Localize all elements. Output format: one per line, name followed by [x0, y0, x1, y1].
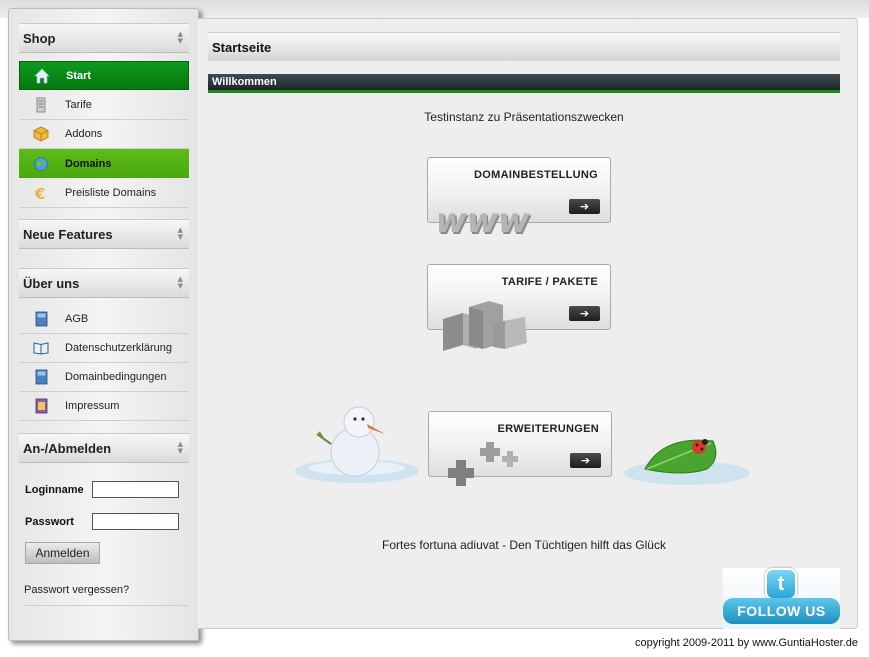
globe-icon — [33, 156, 49, 172]
server-icon — [33, 97, 49, 113]
sidebar-item-label: Tarife — [65, 99, 92, 111]
home-icon — [34, 68, 50, 84]
book-icon — [33, 311, 49, 327]
www-icon: www www — [431, 194, 549, 244]
sidebar-item-label: Addons — [65, 128, 103, 140]
sidebar-item-label: Impressum — [65, 400, 120, 412]
feature-label: TARIFE / PAKETE — [501, 276, 598, 288]
sidebar-item-label: Domains — [65, 157, 112, 170]
intro-text: Testinstanz zu Präsentationszwecken — [424, 110, 624, 124]
plus-icon — [436, 434, 531, 502]
welcome-bar: Willkommen — [208, 74, 840, 93]
username-input[interactable] — [92, 481, 179, 498]
sidebar-item-start[interactable]: Start — [19, 61, 189, 90]
sidebar-item-datenschutz[interactable]: Datenschutzerklärung — [19, 334, 189, 363]
motto-text: Fortes fortuna adiuvat - Den Tüchtigen h… — [382, 538, 666, 552]
forgot-password-link[interactable]: Passwort vergessen? — [24, 584, 189, 606]
collapse-arrows-icon[interactable]: ▲ ▼ — [178, 31, 183, 45]
sidebar-item-domains[interactable]: Domains — [19, 149, 189, 178]
sidebar-item-addons[interactable]: Addons — [19, 120, 189, 149]
ladybug-leaf-illustration — [623, 429, 753, 491]
page-title: Startseite — [208, 32, 840, 61]
follow-us-label: FOLLOW US — [723, 598, 840, 624]
username-label: Loginname — [25, 484, 84, 496]
sidebar-item-label: Datenschutzerklärung — [65, 342, 173, 354]
section-title: Neue Features — [23, 226, 113, 242]
section-header-ueber-uns[interactable]: Über uns ▲ ▼ — [19, 268, 189, 298]
twitter-follow-button[interactable]: t FOLLOW US — [723, 568, 840, 629]
section-title: An-/Abmelden — [23, 440, 112, 456]
svg-text:www: www — [439, 201, 534, 241]
snowman-illustration — [295, 404, 425, 489]
sidebar-item-agb[interactable]: AGB — [19, 305, 189, 334]
sidebar-item-preisliste-domains[interactable]: € Preisliste Domains — [19, 179, 189, 208]
login-button[interactable]: Anmelden — [25, 542, 100, 564]
section-header-login[interactable]: An-/Abmelden ▲ ▼ — [19, 433, 189, 463]
section-title: Über uns — [23, 275, 80, 291]
box-icon — [33, 126, 49, 142]
sidebar-item-label: Start — [66, 69, 92, 82]
euro-icon: € — [33, 185, 49, 203]
section-header-shop[interactable]: Shop ▲ ▼ — [19, 23, 189, 53]
cubes-icon — [441, 299, 531, 354]
arrow-right-icon[interactable]: ➔ — [569, 306, 600, 321]
svg-text:€: € — [34, 185, 45, 201]
sidebar-item-label: AGB — [65, 313, 89, 325]
sidebar: Shop ▲ ▼ Start Tarife Addons Domains € Pr… — [8, 8, 199, 641]
arrow-right-icon[interactable]: ➔ — [569, 199, 600, 214]
arrow-right-icon[interactable]: ➔ — [570, 453, 601, 468]
sidebar-item-impressum[interactable]: Impressum — [19, 392, 189, 421]
copyright: copyright 2009-2011 by www.GuntiaHoster.… — [635, 637, 858, 649]
main-content: Startseite Willkommen Testinstanz zu Prä… — [198, 18, 858, 629]
sidebar-item-label: Domainbedingungen — [65, 371, 167, 383]
section-header-neue-features[interactable]: Neue Features ▲ ▼ — [19, 219, 189, 249]
collapse-arrows-icon[interactable]: ▲ ▼ — [178, 441, 183, 455]
book-icon — [33, 369, 49, 385]
sidebar-item-label: Preisliste Domains — [65, 187, 157, 199]
open-book-icon — [33, 340, 49, 356]
feature-label: DOMAINBESTELLUNG — [474, 169, 598, 181]
address-book-icon — [33, 398, 49, 414]
section-title: Shop — [23, 30, 56, 46]
collapse-arrows-icon[interactable]: ▲ ▼ — [178, 276, 183, 290]
password-label: Passwort — [25, 516, 74, 528]
password-input[interactable] — [92, 513, 179, 530]
sidebar-item-tarife[interactable]: Tarife — [19, 91, 189, 120]
twitter-icon: t — [765, 568, 797, 600]
sidebar-item-domainbedingungen[interactable]: Domainbedingungen — [19, 363, 189, 392]
collapse-arrows-icon[interactable]: ▲ ▼ — [178, 227, 183, 241]
